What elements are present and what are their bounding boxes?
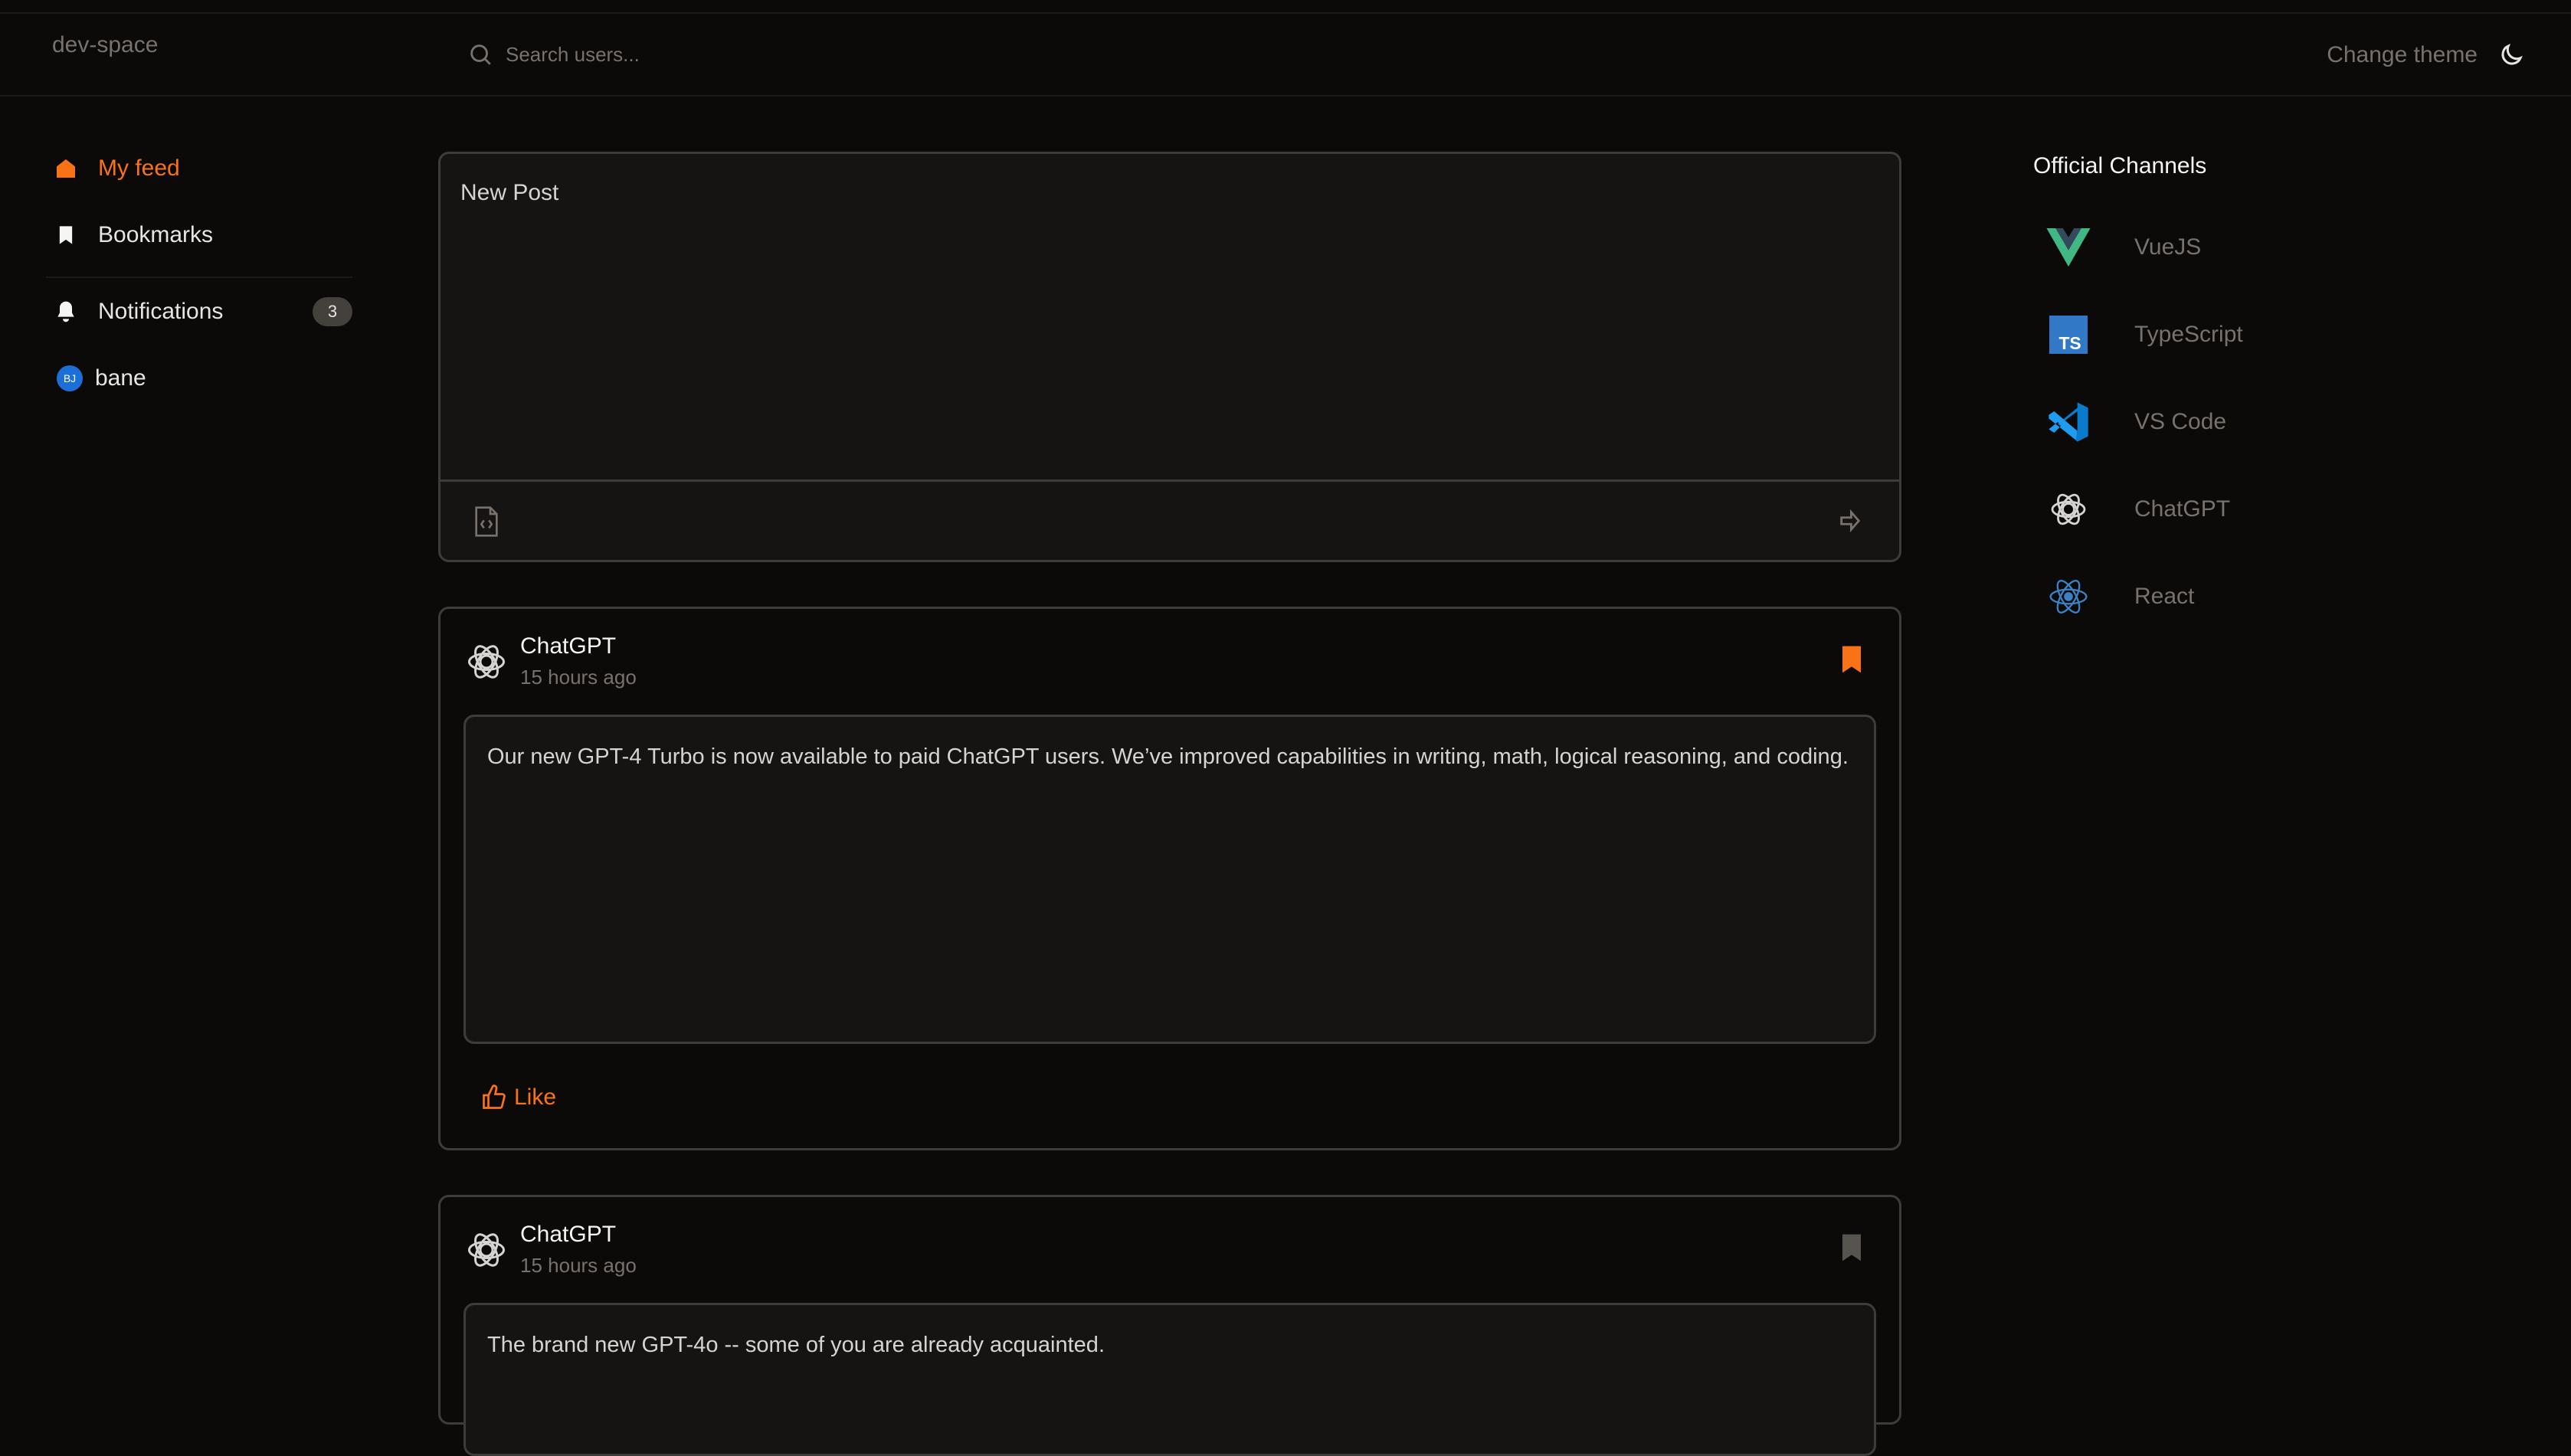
avatar: BJ [57,365,83,391]
react-icon [2049,580,2088,613]
bookmark-icon [59,226,73,244]
typescript-icon: TS [2049,316,2088,354]
post-card: ChatGPT 15 hours ago Our new GPT-4 Turbo… [438,607,1901,1150]
brand-name[interactable]: dev-space [52,32,158,58]
channel-item-vuejs[interactable]: VueJS [2033,204,2243,291]
chatgpt-icon [468,1232,505,1267]
sidebar-item-my-feed[interactable]: My feed [46,146,352,191]
sidebar: My feed Bookmarks Notifications 3 BJ ban… [46,146,352,401]
vscode-icon [2049,402,2088,442]
sidebar-item-profile[interactable]: BJ bane [46,355,352,401]
svg-text:TS: TS [2058,333,2081,353]
sidebar-item-label: Notifications [98,299,224,324]
bookmark-icon[interactable] [1839,1232,1864,1267]
sidebar-item-label: bane [95,365,146,391]
moon-icon [2501,44,2523,65]
official-channels-panel: Official Channels VueJS TS TypeScript VS… [2033,153,2243,640]
sidebar-divider [46,276,352,278]
channel-label: VS Code [2134,409,2227,434]
home-icon [57,159,75,178]
sidebar-item-label: My feed [98,155,180,181]
search-icon [470,44,491,65]
channel-item-vs-code[interactable]: VS Code [2033,378,2243,466]
post-header: ChatGPT 15 hours ago [463,633,637,689]
top-edge [0,0,2571,14]
like-label: Like [514,1085,557,1110]
thumbs-up-icon [483,1085,506,1109]
submit-post-icon[interactable] [1836,508,1864,538]
post-body: The brand new GPT-4o -- some of you are … [463,1303,1876,1456]
new-post-composer [438,152,1901,562]
chatgpt-icon [468,644,505,679]
top-bar: dev-space Change theme [0,14,2571,97]
like-button[interactable]: Like [480,1084,556,1111]
sidebar-item-bookmarks[interactable]: Bookmarks [46,212,352,258]
post-body: Our new GPT-4 Turbo is now available to … [463,715,1876,1044]
post-author[interactable]: ChatGPT [520,1222,637,1248]
change-theme-button[interactable]: Change theme [2327,41,2525,69]
notification-count-badge: 3 [313,297,352,326]
bell-icon [57,301,74,322]
vue-icon [2046,228,2091,267]
channel-item-react[interactable]: React [2033,553,2243,640]
post-header: ChatGPT 15 hours ago [463,1222,637,1278]
post-timestamp: 15 hours ago [520,1254,637,1277]
channels-heading: Official Channels [2033,153,2207,178]
change-theme-label: Change theme [2327,42,2478,67]
sidebar-item-notifications[interactable]: Notifications 3 [46,289,352,335]
post-author[interactable]: ChatGPT [520,633,637,659]
search-input[interactable] [506,42,1042,67]
new-post-input[interactable] [441,154,1899,482]
channel-item-typescript[interactable]: TS TypeScript [2033,291,2243,378]
post-card: ChatGPT 15 hours ago The brand new GPT-4… [438,1195,1901,1456]
channel-label: VueJS [2134,234,2202,260]
sidebar-item-label: Bookmarks [98,222,214,247]
post-timestamp: 15 hours ago [520,666,637,689]
channel-label: ChatGPT [2134,496,2231,522]
channel-item-chatgpt[interactable]: ChatGPT [2033,466,2243,553]
channel-label: React [2134,584,2195,609]
code-file-icon[interactable] [471,505,502,542]
search-bar [467,41,1042,67]
chatgpt-icon [2051,493,2086,525]
channel-label: TypeScript [2134,322,2243,347]
bookmark-icon[interactable] [1839,644,1864,679]
